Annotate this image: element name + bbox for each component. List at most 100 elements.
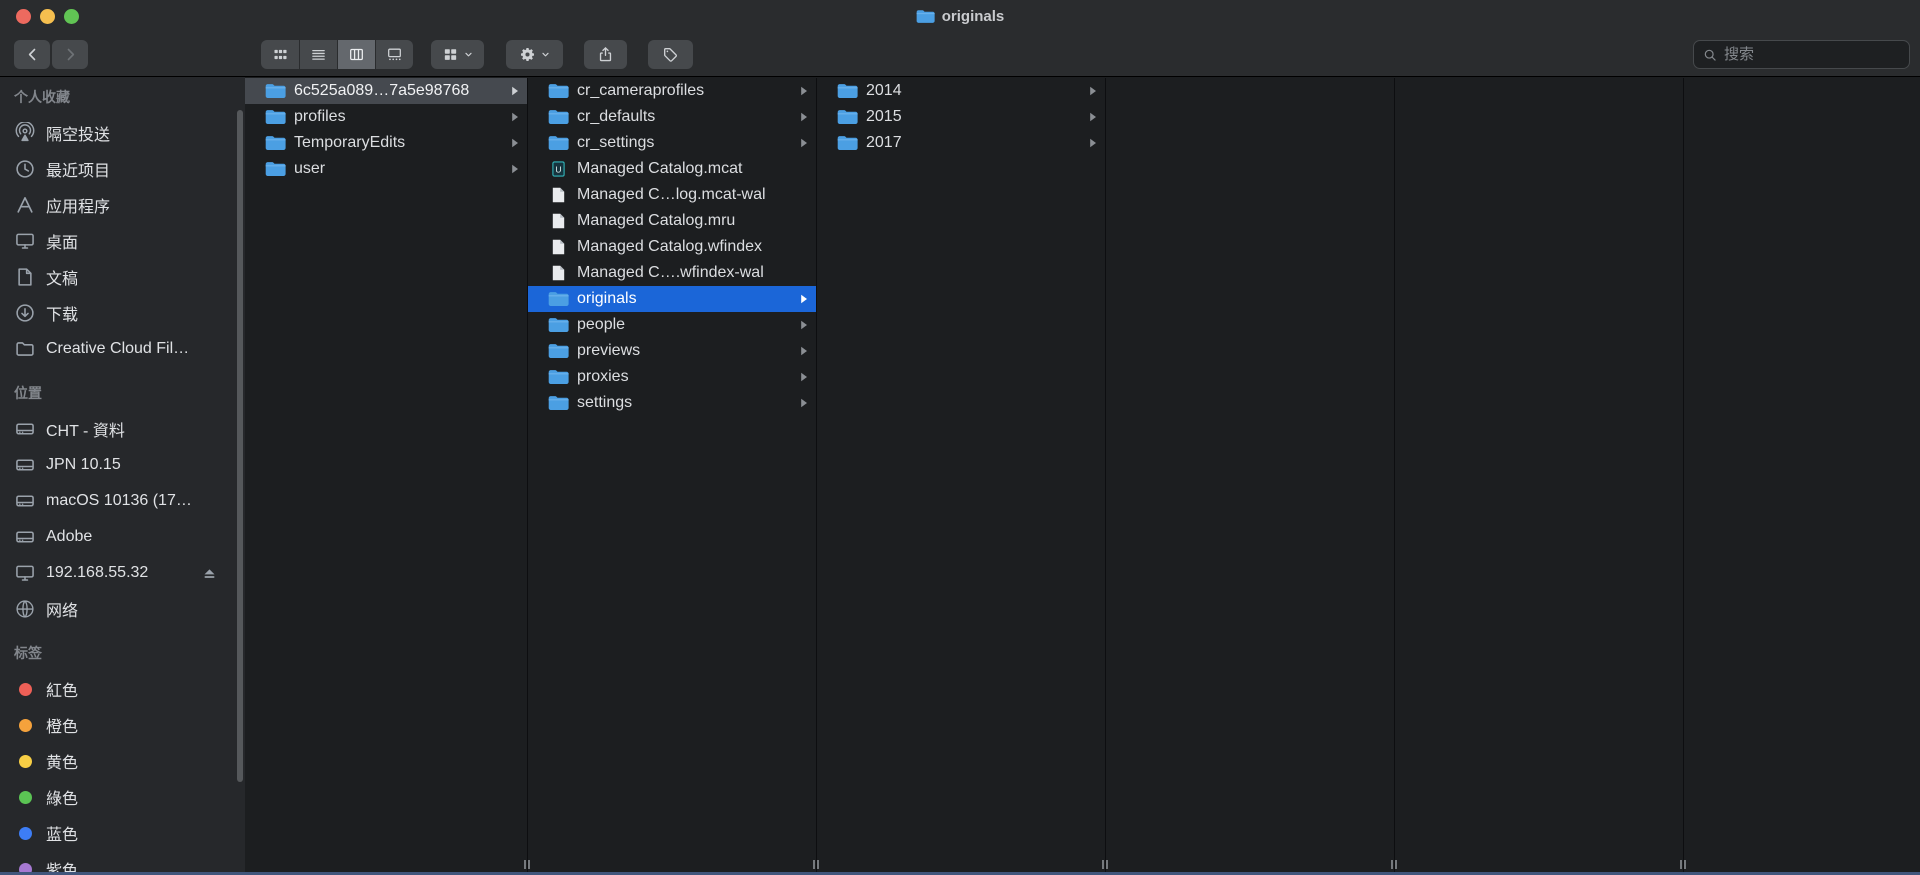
- column-resize-handle[interactable]: [1391, 860, 1397, 869]
- group-button[interactable]: [431, 40, 484, 69]
- sidebar-item-tag-blue[interactable]: 蓝色: [0, 815, 245, 851]
- item-name: profiles: [294, 108, 503, 126]
- item-name: Managed C…log.mcat-wal: [577, 186, 808, 204]
- folder-icon: [916, 9, 935, 24]
- sidebar-item-airdrop[interactable]: 隔空投送: [0, 115, 245, 151]
- group-icon: [442, 46, 459, 63]
- finder-column-1: 6c525a089…7a5e98768 profiles TemporaryEdit…: [245, 78, 527, 875]
- harddrive-icon: [13, 453, 37, 477]
- search-field[interactable]: [1693, 40, 1910, 69]
- column-item-cr-cameraprofiles[interactable]: cr_cameraprofiles: [528, 78, 816, 104]
- column-item-managed-c-wfindex-wal[interactable]: Managed C….wfindex-wal: [528, 260, 816, 286]
- search-input[interactable]: [1724, 46, 1901, 63]
- column-item-profiles[interactable]: profiles: [245, 104, 527, 130]
- tag-icon: [662, 46, 679, 63]
- disclosure-arrow-icon: [1089, 86, 1097, 96]
- column-item-managed-catalog-wfindex[interactable]: Managed Catalog.wfindex: [528, 234, 816, 260]
- column-item-previews[interactable]: previews: [528, 338, 816, 364]
- folder-icon: [837, 83, 858, 100]
- disclosure-arrow-icon: [800, 294, 808, 304]
- view-icons-button[interactable]: [261, 40, 299, 69]
- column-item-managed-c-log-mcat-wal[interactable]: Managed C…log.mcat-wal: [528, 182, 816, 208]
- sidebar-item-desktop[interactable]: 桌面: [0, 223, 245, 259]
- column-item-proxies[interactable]: proxies: [528, 364, 816, 390]
- view-list-button[interactable]: [299, 40, 337, 69]
- disclosure-arrow-icon: [800, 86, 808, 96]
- column-item-6c525a089-7a5e98768[interactable]: 6c525a089…7a5e98768: [245, 78, 527, 104]
- column-item-cr-defaults[interactable]: cr_defaults: [528, 104, 816, 130]
- sidebar-item-documents[interactable]: 文稿: [0, 259, 245, 295]
- column-item-2015[interactable]: 2015: [817, 104, 1105, 130]
- recents-icon: [13, 157, 37, 181]
- sidebar-item-tag-yellow[interactable]: 黄色: [0, 743, 245, 779]
- main-area: 个人收藏隔空投送最近项目应用程序桌面文稿下载Creative Cloud Fil…: [0, 77, 1920, 875]
- tag-dot-icon: [13, 785, 37, 809]
- sidebar-item-tag-orange[interactable]: 橙色: [0, 707, 245, 743]
- back-button[interactable]: [14, 40, 50, 69]
- sidebar-item-server-192-168-55-32[interactable]: 192.168.55.32: [0, 555, 245, 591]
- item-name: Managed Catalog.mcat: [577, 160, 808, 178]
- column-item-people[interactable]: people: [528, 312, 816, 338]
- sidebar-item-network[interactable]: 网络: [0, 591, 245, 627]
- item-name: settings: [577, 394, 792, 412]
- sidebar-item-label: 最近项目: [46, 157, 110, 181]
- column-item-user[interactable]: user: [245, 156, 527, 182]
- chevron-left-icon: [24, 46, 41, 63]
- view-gallery-button[interactable]: [375, 40, 413, 69]
- disclosure-arrow-icon: [511, 86, 519, 96]
- sidebar-item-label: 文稿: [46, 265, 78, 289]
- zoom-button[interactable]: [64, 9, 79, 24]
- column-item-managed-catalog-mru[interactable]: Managed Catalog.mru: [528, 208, 816, 234]
- column-resize-handle[interactable]: [813, 860, 819, 869]
- sidebar-item-tag-red[interactable]: 紅色: [0, 671, 245, 707]
- sidebar-item-adobe-volume[interactable]: Adobe: [0, 519, 245, 555]
- action-menu-button[interactable]: [506, 40, 563, 69]
- display-icon: [13, 561, 37, 585]
- column-item-originals[interactable]: originals: [528, 286, 816, 312]
- share-button[interactable]: [584, 40, 627, 69]
- column-item-settings[interactable]: settings: [528, 390, 816, 416]
- sidebar-scrollbar[interactable]: [237, 110, 243, 782]
- sidebar-item-tag-green[interactable]: 綠色: [0, 779, 245, 815]
- forward-button[interactable]: [52, 40, 88, 69]
- column-item-managed-catalog-mcat[interactable]: UManaged Catalog.mcat: [528, 156, 816, 182]
- column-divider[interactable]: [816, 78, 817, 875]
- column-resize-handle[interactable]: [1680, 860, 1686, 869]
- disclosure-arrow-icon: [800, 112, 808, 122]
- window-title: originals: [916, 8, 1005, 25]
- column-divider[interactable]: [1105, 78, 1106, 875]
- sidebar-item-creative-cloud-files[interactable]: Creative Cloud Fil…: [0, 331, 245, 367]
- folder-icon: [837, 109, 858, 126]
- column-divider[interactable]: [1683, 78, 1684, 875]
- documents-icon: [13, 265, 37, 289]
- view-columns-icon: [348, 46, 365, 63]
- file-icon: [548, 213, 569, 230]
- tags-button[interactable]: [648, 40, 693, 69]
- column-divider[interactable]: [527, 78, 528, 875]
- column-item-temporaryedits[interactable]: TemporaryEdits: [245, 130, 527, 156]
- view-columns-button[interactable]: [337, 40, 375, 69]
- sidebar-item-macos-10136-volume[interactable]: macOS 10136 (17…: [0, 483, 245, 519]
- eject-icon[interactable]: [202, 567, 217, 580]
- desktop-icon: [13, 229, 37, 253]
- item-name: proxies: [577, 368, 792, 386]
- close-button[interactable]: [16, 9, 31, 24]
- sidebar-item-cht-volume[interactable]: CHT - 資料: [0, 411, 245, 447]
- folder-icon: [265, 83, 286, 100]
- sidebar-item-recents[interactable]: 最近项目: [0, 151, 245, 187]
- column-item-2014[interactable]: 2014: [817, 78, 1105, 104]
- column-item-cr-settings[interactable]: cr_settings: [528, 130, 816, 156]
- column-item-2017[interactable]: 2017: [817, 130, 1105, 156]
- sidebar-item-applications[interactable]: 应用程序: [0, 187, 245, 223]
- sidebar-item-label: 网络: [46, 597, 78, 621]
- minimize-button[interactable]: [40, 9, 55, 24]
- column-divider[interactable]: [1394, 78, 1395, 875]
- sidebar-item-downloads[interactable]: 下载: [0, 295, 245, 331]
- item-name: cr_cameraprofiles: [577, 82, 792, 100]
- harddrive-icon: [13, 417, 37, 441]
- column-resize-handle[interactable]: [1102, 860, 1108, 869]
- item-name: cr_settings: [577, 134, 792, 152]
- folder-icon: [548, 343, 569, 360]
- sidebar-item-jpn-10-15-volume[interactable]: JPN 10.15: [0, 447, 245, 483]
- column-resize-handle[interactable]: [524, 860, 530, 869]
